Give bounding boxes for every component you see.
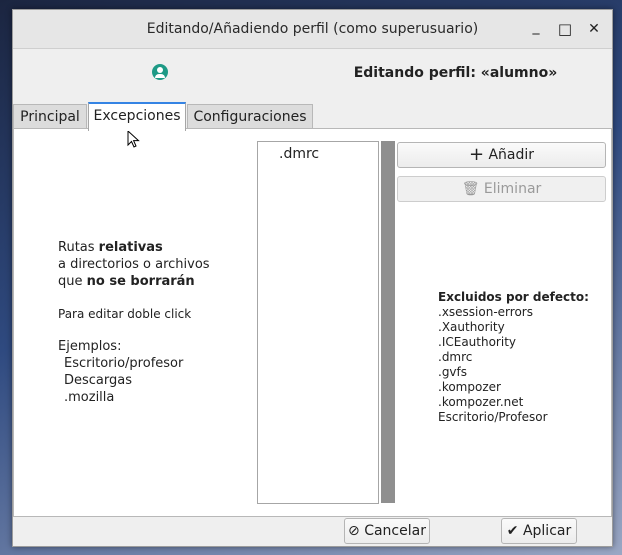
info-text: que: [58, 274, 87, 289]
tab-configuraciones[interactable]: Configuraciones: [187, 104, 313, 129]
default-item: .Xauthority: [438, 320, 505, 334]
info-text: Rutas: [58, 240, 99, 255]
examples-title: Ejemplos:: [58, 339, 122, 354]
example-item: Escritorio/profesor: [64, 356, 184, 371]
example-item: .mozilla: [64, 390, 115, 405]
info-line-3: que no se borrarán: [58, 273, 258, 290]
edit-hint: Para editar doble click: [58, 307, 192, 321]
info-bold: no se borrarán: [86, 274, 195, 289]
remove-label: Eliminar: [483, 181, 542, 197]
window-title: Editando/Añadiendo perfil (como superusu…: [146, 21, 479, 37]
default-item: .ICEauthority: [438, 335, 516, 349]
apply-button[interactable]: ✔ Aplicar: [501, 518, 577, 544]
add-label: Añadir: [488, 147, 535, 163]
trash-icon: 🗑: [461, 181, 480, 197]
default-item: Escritorio/Profesor: [438, 410, 548, 424]
default-item: .dmrc: [438, 350, 473, 364]
default-item: .kompozer.net: [438, 395, 524, 409]
apply-label: Aplicar: [522, 523, 572, 539]
cancel-button[interactable]: ⊘ Cancelar: [344, 518, 430, 544]
maximize-button[interactable]: □: [556, 20, 574, 38]
close-button[interactable]: ✕: [585, 20, 603, 38]
cancel-icon: ⊘: [348, 523, 360, 539]
check-icon: ✔: [506, 523, 519, 539]
plus-icon: +: [468, 144, 485, 165]
profile-dialog-window: Editando/Añadiendo perfil (como superusu…: [12, 9, 613, 547]
cancel-label: Cancelar: [364, 523, 426, 539]
remove-button[interactable]: 🗑 Eliminar: [397, 176, 606, 202]
list-item[interactable]: .dmrc: [279, 146, 319, 163]
info-line-2: a directorios o archivos: [58, 257, 210, 272]
info-bold: relativas: [98, 240, 163, 255]
tab-principal[interactable]: Principal: [13, 104, 87, 129]
minimize-button[interactable]: _: [527, 18, 545, 36]
default-item: .xsession-errors: [438, 305, 533, 319]
default-item: .kompozer: [438, 380, 501, 394]
list-scrollbar[interactable]: [381, 141, 395, 503]
tab-excepciones[interactable]: Excepciones: [88, 102, 186, 131]
default-item: .gvfs: [438, 365, 468, 379]
example-item: Descargas: [64, 373, 133, 388]
exceptions-list[interactable]: .dmrc: [257, 141, 379, 504]
add-button[interactable]: + Añadir: [397, 142, 606, 168]
user-account-icon: [152, 64, 168, 80]
defaults-title: Excluidos por defecto:: [438, 290, 589, 304]
info-line-1: Rutas relativas: [58, 239, 258, 256]
title-bar[interactable]: Editando/Añadiendo perfil (como superusu…: [13, 10, 612, 49]
mouse-pointer-icon: [127, 130, 140, 148]
profile-heading: Editando perfil: «alumno»: [353, 65, 558, 81]
